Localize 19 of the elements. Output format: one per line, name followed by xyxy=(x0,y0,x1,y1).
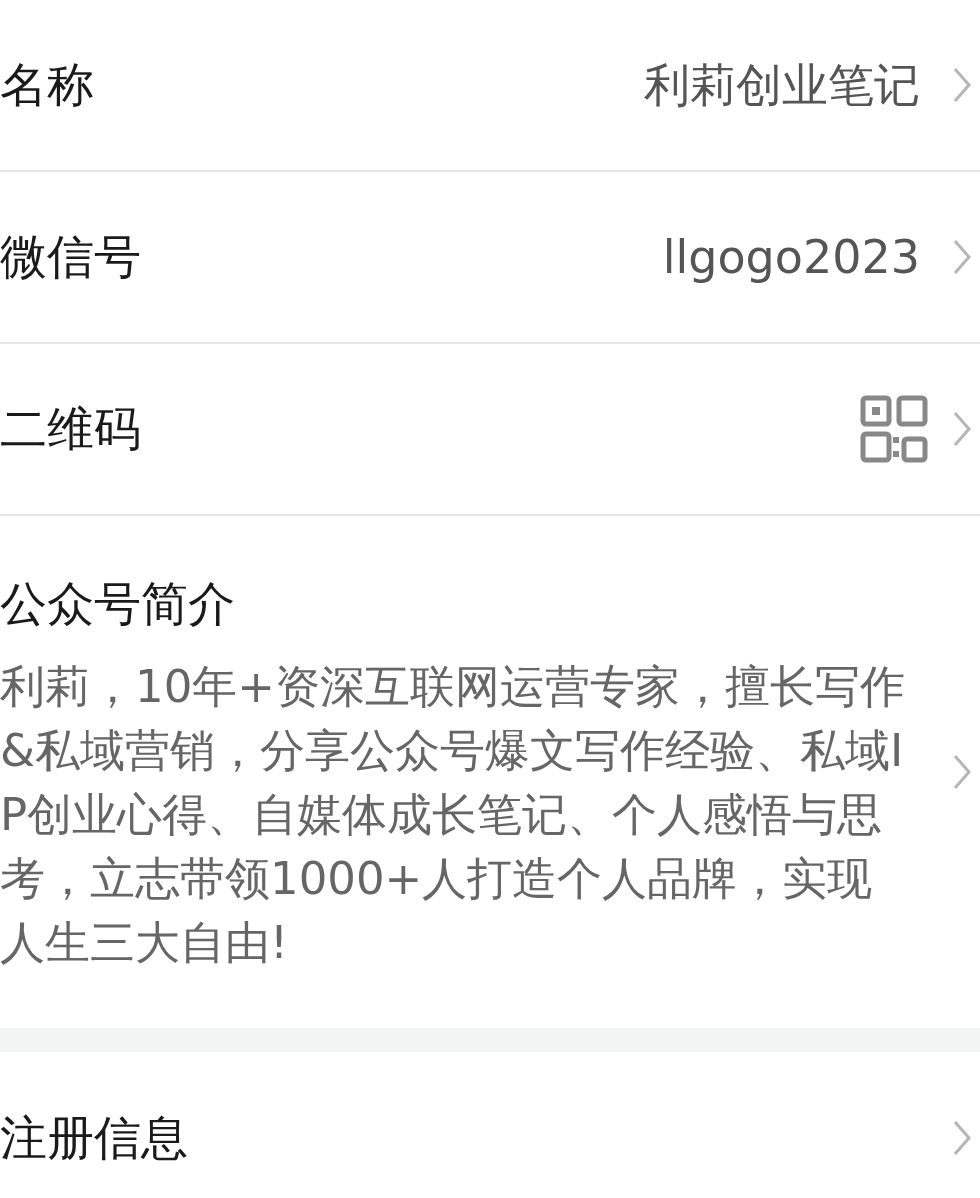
chevron-icon xyxy=(952,753,972,791)
row-label: 名称 xyxy=(0,55,95,114)
qr-code-icon xyxy=(860,395,928,463)
intro-section[interactable]: 公众号简介 利莉，10年+资深互联网运营专家，擅长写作&私域营销，分享公众号爆文写作经验、私域IP创业心得、自媒体成长笔记、个人感悟与思考，立志带领1000+人打造个人品牌，实现人生三大自由! xyxy=(0,516,980,1028)
chevron-icon xyxy=(952,410,972,448)
intro-text: 利莉，10年+资深互联网运营专家，擅长写作&私域营销，分享公众号爆文写作经验、私域IP创业心得、自媒体成长笔记、个人感悟与思考，立志带领1000+人打造个人品牌，实现人生三大自由! xyxy=(0,659,906,972)
chevron-icon xyxy=(952,66,972,104)
settings-row[interactable]: 注册信息 xyxy=(0,1052,980,1198)
chevron-icon xyxy=(952,238,972,276)
intro-label: 公众号简介 xyxy=(0,574,236,633)
settings-row[interactable]: 二维码 xyxy=(0,344,980,516)
row-value: 利莉创业笔记 xyxy=(644,56,920,114)
settings-row[interactable]: 名称 利莉创业笔记 xyxy=(0,0,980,172)
row-label: 微信号 xyxy=(0,227,142,286)
row-label: 注册信息 xyxy=(0,1108,189,1167)
row-value: llgogo2023 xyxy=(662,228,920,286)
row-label: 二维码 xyxy=(0,399,142,458)
settings-row[interactable]: 微信号 llgogo2023 xyxy=(0,172,980,344)
chevron-icon xyxy=(952,1119,972,1157)
